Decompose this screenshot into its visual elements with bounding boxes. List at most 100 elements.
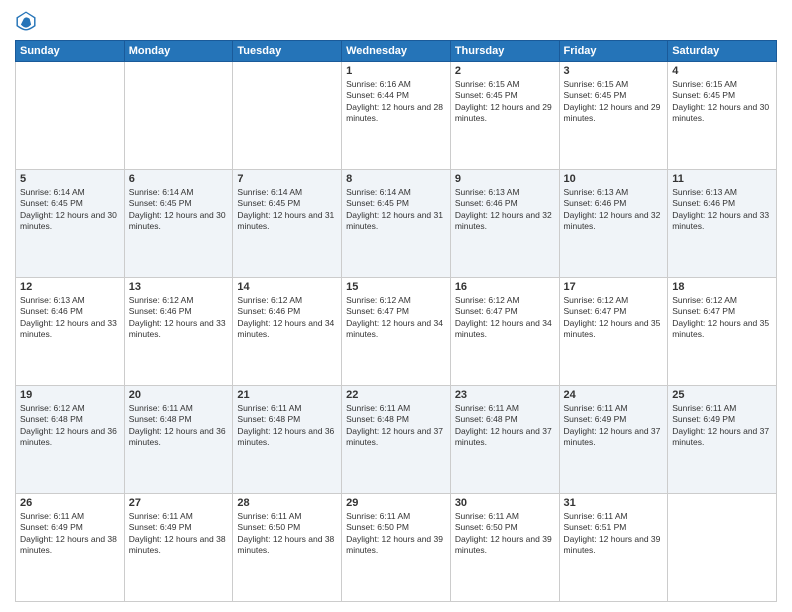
day-info: Sunrise: 6:11 AMSunset: 6:51 PMDaylight:…: [564, 511, 661, 555]
day-number: 18: [672, 281, 772, 293]
calendar-cell: [16, 62, 125, 170]
calendar-cell: 20 Sunrise: 6:11 AMSunset: 6:48 PMDayligh…: [124, 386, 233, 494]
calendar-cell: 14 Sunrise: 6:12 AMSunset: 6:46 PMDayligh…: [233, 278, 342, 386]
day-info: Sunrise: 6:16 AMSunset: 6:44 PMDaylight:…: [346, 79, 443, 123]
calendar-cell: 23Sunrise: 6:11 AMSunset: 6:48 PMDayligh…: [450, 386, 559, 494]
logo-icon: [15, 10, 37, 32]
weekday-header: Thursday: [450, 41, 559, 62]
calendar-cell: 8 Sunrise: 6:14 AMSunset: 6:45 PMDaylight…: [342, 170, 451, 278]
day-info: Sunrise: 6:12 AMSunset: 6:47 PMDaylight:…: [346, 295, 443, 339]
day-number: 29: [346, 497, 446, 509]
weekday-header: Monday: [124, 41, 233, 62]
day-info: Sunrise: 6:12 AMSunset: 6:47 PMDaylight:…: [455, 295, 552, 339]
calendar-cell: 27 Sunrise: 6:11 AMSunset: 6:49 PMDayligh…: [124, 494, 233, 602]
day-number: 23: [455, 389, 555, 401]
day-info: Sunrise: 6:12 AMSunset: 6:47 PMDaylight:…: [564, 295, 661, 339]
day-number: 4: [672, 65, 772, 77]
day-number: 31: [564, 497, 664, 509]
calendar-cell: 3Sunrise: 6:15 AMSunset: 6:45 PMDaylight…: [559, 62, 668, 170]
calendar-week-row: 26 Sunrise: 6:11 AMSunset: 6:49 PMDayligh…: [16, 494, 777, 602]
calendar-cell: 22Sunrise: 6:11 AMSunset: 6:48 PMDayligh…: [342, 386, 451, 494]
day-number: 21: [237, 389, 337, 401]
weekday-header: Tuesday: [233, 41, 342, 62]
calendar-cell: 11 Sunrise: 6:13 AMSunset: 6:46 PMDayligh…: [668, 170, 777, 278]
calendar-cell: 1 Sunrise: 6:16 AMSunset: 6:44 PMDaylight…: [342, 62, 451, 170]
day-number: 11: [672, 173, 772, 185]
day-number: 12: [20, 281, 120, 293]
day-info: Sunrise: 6:14 AMSunset: 6:45 PMDaylight:…: [129, 187, 226, 231]
day-number: 26: [20, 497, 120, 509]
calendar-cell: 6 Sunrise: 6:14 AMSunset: 6:45 PMDaylight…: [124, 170, 233, 278]
calendar-cell: 9 Sunrise: 6:13 AMSunset: 6:46 PMDaylight…: [450, 170, 559, 278]
calendar-cell: 19 Sunrise: 6:12 AMSunset: 6:48 PMDayligh…: [16, 386, 125, 494]
day-info: Sunrise: 6:11 AMSunset: 6:49 PMDaylight:…: [20, 511, 117, 555]
day-number: 20: [129, 389, 229, 401]
day-info: Sunrise: 6:12 AMSunset: 6:47 PMDaylight:…: [672, 295, 769, 339]
day-info: Sunrise: 6:12 AMSunset: 6:46 PMDaylight:…: [129, 295, 226, 339]
calendar-cell: 24 Sunrise: 6:11 AMSunset: 6:49 PMDayligh…: [559, 386, 668, 494]
day-info: Sunrise: 6:15 AMSunset: 6:45 PMDaylight:…: [564, 79, 661, 123]
calendar-cell: 31 Sunrise: 6:11 AMSunset: 6:51 PMDayligh…: [559, 494, 668, 602]
weekday-header: Wednesday: [342, 41, 451, 62]
calendar-cell: 5 Sunrise: 6:14 AMSunset: 6:45 PMDaylight…: [16, 170, 125, 278]
day-number: 5: [20, 173, 120, 185]
day-number: 24: [564, 389, 664, 401]
day-info: Sunrise: 6:12 AMSunset: 6:48 PMDaylight:…: [20, 403, 117, 447]
day-info: Sunrise: 6:15 AMSunset: 6:45 PMDaylight:…: [672, 79, 769, 123]
logo: [15, 10, 41, 32]
day-info: Sunrise: 6:13 AMSunset: 6:46 PMDaylight:…: [672, 187, 769, 231]
calendar-cell: 2 Sunrise: 6:15 AMSunset: 6:45 PMDaylight…: [450, 62, 559, 170]
day-info: Sunrise: 6:12 AMSunset: 6:46 PMDaylight:…: [237, 295, 334, 339]
day-number: 16: [455, 281, 555, 293]
day-number: 19: [20, 389, 120, 401]
calendar-cell: [124, 62, 233, 170]
calendar-week-row: 1 Sunrise: 6:16 AMSunset: 6:44 PMDaylight…: [16, 62, 777, 170]
day-info: Sunrise: 6:15 AMSunset: 6:45 PMDaylight:…: [455, 79, 552, 123]
calendar-cell: 10Sunrise: 6:13 AMSunset: 6:46 PMDayligh…: [559, 170, 668, 278]
day-number: 22: [346, 389, 446, 401]
calendar-cell: 26 Sunrise: 6:11 AMSunset: 6:49 PMDayligh…: [16, 494, 125, 602]
day-info: Sunrise: 6:11 AMSunset: 6:48 PMDaylight:…: [237, 403, 334, 447]
calendar-week-row: 19 Sunrise: 6:12 AMSunset: 6:48 PMDayligh…: [16, 386, 777, 494]
day-number: 27: [129, 497, 229, 509]
calendar-cell: 29Sunrise: 6:11 AMSunset: 6:50 PMDayligh…: [342, 494, 451, 602]
calendar-cell: 16 Sunrise: 6:12 AMSunset: 6:47 PMDayligh…: [450, 278, 559, 386]
day-info: Sunrise: 6:11 AMSunset: 6:49 PMDaylight:…: [129, 511, 226, 555]
day-number: 6: [129, 173, 229, 185]
calendar-cell: 7 Sunrise: 6:14 AMSunset: 6:45 PMDaylight…: [233, 170, 342, 278]
day-number: 2: [455, 65, 555, 77]
day-number: 8: [346, 173, 446, 185]
day-info: Sunrise: 6:14 AMSunset: 6:45 PMDaylight:…: [237, 187, 334, 231]
calendar-cell: 4 Sunrise: 6:15 AMSunset: 6:45 PMDaylight…: [668, 62, 777, 170]
calendar-week-row: 12 Sunrise: 6:13 AMSunset: 6:46 PMDayligh…: [16, 278, 777, 386]
day-number: 7: [237, 173, 337, 185]
day-info: Sunrise: 6:11 AMSunset: 6:48 PMDaylight:…: [129, 403, 226, 447]
calendar-week-row: 5 Sunrise: 6:14 AMSunset: 6:45 PMDaylight…: [16, 170, 777, 278]
weekday-header: Sunday: [16, 41, 125, 62]
calendar-cell: 25 Sunrise: 6:11 AMSunset: 6:49 PMDayligh…: [668, 386, 777, 494]
calendar-cell: 30Sunrise: 6:11 AMSunset: 6:50 PMDayligh…: [450, 494, 559, 602]
day-info: Sunrise: 6:13 AMSunset: 6:46 PMDaylight:…: [564, 187, 661, 231]
day-info: Sunrise: 6:14 AMSunset: 6:45 PMDaylight:…: [346, 187, 443, 231]
day-info: Sunrise: 6:13 AMSunset: 6:46 PMDaylight:…: [20, 295, 117, 339]
day-number: 1: [346, 65, 446, 77]
calendar-cell: 15 Sunrise: 6:12 AMSunset: 6:47 PMDayligh…: [342, 278, 451, 386]
calendar-cell: [233, 62, 342, 170]
calendar-cell: 21 Sunrise: 6:11 AMSunset: 6:48 PMDayligh…: [233, 386, 342, 494]
day-info: Sunrise: 6:13 AMSunset: 6:46 PMDaylight:…: [455, 187, 552, 231]
day-number: 14: [237, 281, 337, 293]
calendar-cell: 28Sunrise: 6:11 AMSunset: 6:50 PMDayligh…: [233, 494, 342, 602]
day-info: Sunrise: 6:11 AMSunset: 6:49 PMDaylight:…: [672, 403, 769, 447]
day-info: Sunrise: 6:14 AMSunset: 6:45 PMDaylight:…: [20, 187, 117, 231]
weekday-header: Friday: [559, 41, 668, 62]
day-number: 17: [564, 281, 664, 293]
day-info: Sunrise: 6:11 AMSunset: 6:50 PMDaylight:…: [455, 511, 552, 555]
day-number: 13: [129, 281, 229, 293]
day-number: 9: [455, 173, 555, 185]
day-info: Sunrise: 6:11 AMSunset: 6:49 PMDaylight:…: [564, 403, 661, 447]
calendar-table: SundayMondayTuesdayWednesdayThursdayFrid…: [15, 40, 777, 602]
day-number: 15: [346, 281, 446, 293]
weekday-header-row: SundayMondayTuesdayWednesdayThursdayFrid…: [16, 41, 777, 62]
header: [15, 10, 777, 32]
day-number: 25: [672, 389, 772, 401]
